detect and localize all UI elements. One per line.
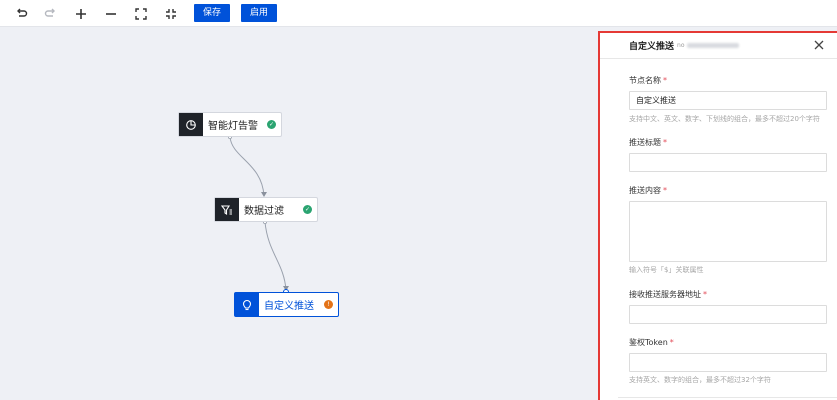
field-label-push-content: 推送内容 * bbox=[629, 186, 667, 195]
push-content-textarea[interactable] bbox=[629, 201, 827, 262]
panel-node-id: no bbox=[677, 42, 685, 49]
filter-icon bbox=[215, 198, 239, 221]
undo-icon[interactable] bbox=[11, 4, 31, 24]
fullscreen-icon[interactable] bbox=[131, 4, 151, 24]
flow-canvas[interactable]: 智能灯告警 ✓ 数据过滤 ✓ 自定义推送 ! bbox=[0, 28, 600, 400]
node-name-input[interactable] bbox=[629, 91, 827, 110]
field-label-server-address: 接收推送服务器地址 * bbox=[629, 290, 707, 299]
field-label-auth-token: 鉴权Token * bbox=[629, 338, 674, 347]
auth-token-input[interactable] bbox=[629, 353, 827, 372]
close-icon[interactable] bbox=[813, 39, 825, 51]
divider bbox=[618, 397, 837, 398]
save-button[interactable]: 保存 bbox=[194, 4, 231, 22]
success-icon: ✓ bbox=[303, 205, 312, 214]
node-label: 自定义推送 bbox=[264, 301, 314, 312]
server-address-input[interactable] bbox=[629, 305, 827, 324]
field-label-push-title: 推送标题 * bbox=[629, 138, 667, 147]
node-config-panel: 自定义推送 no 节点名称* 支持中文、英文、数字、下划线的组合，最多不超过20… bbox=[598, 31, 837, 400]
flow-node-filter[interactable]: 数据过滤 ✓ bbox=[214, 197, 318, 222]
edge-alarm-to-filter bbox=[229, 136, 265, 197]
pie-chart-icon bbox=[179, 113, 203, 136]
success-icon: ✓ bbox=[267, 120, 276, 129]
zoom-in-icon[interactable] bbox=[71, 4, 91, 24]
flow-node-alarm[interactable]: 智能灯告警 ✓ bbox=[178, 112, 282, 137]
panel-header: 自定义推送 no bbox=[600, 33, 837, 59]
toolbar: 保存 启用 bbox=[0, 0, 837, 27]
warning-icon: ! bbox=[324, 300, 333, 309]
push-icon bbox=[235, 293, 259, 316]
push-content-help: 输入符号「$」关联属性 bbox=[629, 266, 704, 274]
auth-token-help: 支持英文、数字的组合，最多不超过32个字符 bbox=[629, 376, 771, 384]
flow-node-custom-push[interactable]: 自定义推送 ! bbox=[234, 292, 339, 317]
panel-node-id-redacted bbox=[686, 43, 739, 48]
node-label: 智能灯告警 bbox=[208, 121, 258, 132]
redo-icon[interactable] bbox=[41, 4, 61, 24]
node-label: 数据过滤 bbox=[244, 206, 284, 217]
field-label-node-name: 节点名称 * bbox=[629, 76, 667, 85]
node-name-help: 支持中文、英文、数字、下划线的组合，最多不超过20个字符 bbox=[629, 115, 820, 123]
panel-title: 自定义推送 bbox=[629, 42, 675, 52]
edge-filter-to-push bbox=[264, 221, 287, 291]
push-title-input[interactable] bbox=[629, 153, 827, 172]
enable-button[interactable]: 启用 bbox=[241, 4, 278, 22]
zoom-out-icon[interactable] bbox=[101, 4, 121, 24]
fit-screen-icon[interactable] bbox=[161, 4, 181, 24]
